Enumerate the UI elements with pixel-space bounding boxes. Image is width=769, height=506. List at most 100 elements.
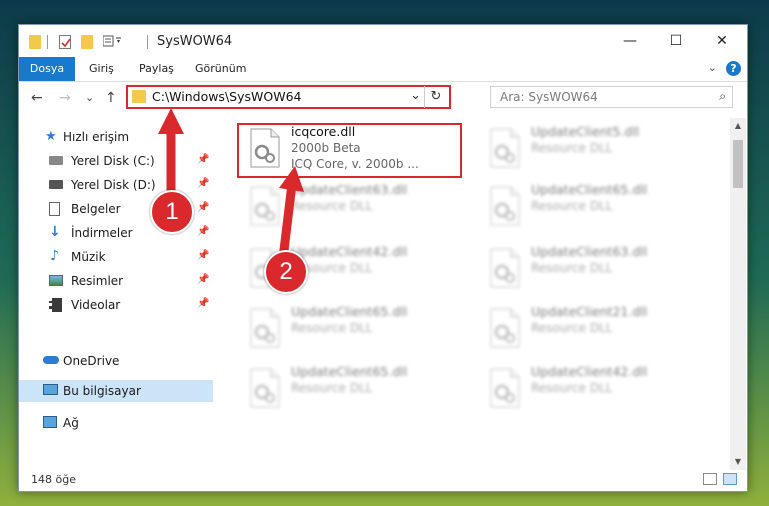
refresh-button[interactable]: ↻ [424,86,447,108]
sidebar-item-label: OneDrive [63,354,120,368]
star-icon: ★ [45,129,57,144]
pin-icon[interactable]: 📌 [197,154,209,165]
sidebar-item-videos[interactable]: Videolar 📌 [19,294,213,316]
music-icon: ♪ [50,248,59,264]
tab-home[interactable]: Giriş [89,57,114,81]
maximize-button[interactable]: ☐ [653,25,699,57]
chevron-down-icon[interactable]: ⌄ [410,88,421,103]
file-type: Resource DLL [291,321,373,335]
item-count: 148 öğe [31,473,76,486]
file-type: Resource DLL [291,199,373,213]
search-input[interactable]: Ara: SysWOW64 ⌕ [490,86,733,108]
file-item[interactable]: UpdateClient65.dll Resource DLL [479,180,699,236]
up-button[interactable]: ↑ [105,90,117,106]
scrollbar-thumb[interactable] [733,140,743,188]
new-folder-icon[interactable] [81,35,93,49]
file-item[interactable]: UpdateClient5.dll Resource DLL [479,122,699,178]
file-type: Resource DLL [291,381,373,395]
file-name: UpdateClient5.dll [531,124,640,139]
sidebar-item-music[interactable]: ♪ Müzik 📌 [19,246,213,268]
sidebar-item-label: Belgeler [71,202,121,216]
drive-icon [49,180,63,189]
tab-share[interactable]: Paylaş [139,57,174,81]
file-type: Resource DLL [531,261,613,275]
sidebar-item-onedrive[interactable]: OneDrive [19,350,213,372]
sidebar-item-local-disk-c[interactable]: Yerel Disk (C:) 📌 [19,150,213,172]
large-icons-view-icon[interactable] [723,473,737,485]
file-type: Resource DLL [531,381,613,395]
pin-icon[interactable]: 📌 [197,202,209,213]
sidebar-item-network[interactable]: Ağ [19,412,213,434]
step-2-badge: 2 [264,250,308,294]
back-button[interactable]: ← [31,90,43,106]
dll-file-icon [489,128,521,168]
file-name: UpdateClient65.dll [531,182,648,197]
file-name: UpdateClient65.dll [291,364,408,379]
ribbon-collapse-icon[interactable]: ⌄ [708,61,717,74]
tab-view[interactable]: Görünüm [195,57,246,81]
downloads-icon: ↓ [49,224,61,240]
file-item[interactable]: UpdateClient65.dll Resource DLL [239,362,459,418]
address-bar[interactable]: C:\Windows\SysWOW64 ⌄ ↻ [126,85,451,109]
pin-icon[interactable]: 📌 [197,298,209,309]
pin-icon[interactable]: 📌 [197,178,209,189]
divider [47,35,48,49]
customize-toolbar-icon[interactable] [102,35,121,49]
scroll-up-icon[interactable]: ▲ [730,118,746,134]
sidebar-item-label: Resimler [71,274,124,288]
pin-icon[interactable]: 📌 [197,274,209,285]
title-bar: SysWOW64 — ☐ ✕ [19,25,747,57]
file-name: UpdateClient42.dll [291,244,408,259]
file-item[interactable]: UpdateClient63.dll Resource DLL [239,180,459,236]
help-icon[interactable]: ? [726,61,741,76]
step-1-badge: 1 [150,190,194,234]
scroll-down-icon[interactable]: ▼ [730,454,746,470]
file-item[interactable]: UpdateClient42.dll Resource DLL [479,362,699,418]
vertical-scrollbar[interactable]: ▲ ▼ [730,118,746,470]
dll-file-icon [489,368,521,408]
explorer-window: SysWOW64 — ☐ ✕ Dosya Giriş Paylaş Görünü… [18,24,748,492]
window-title: SysWOW64 [157,34,233,49]
details-view-icon[interactable] [703,473,717,485]
folder-icon [132,90,146,103]
dll-file-icon [249,308,281,348]
dll-file-icon [249,368,281,408]
file-item[interactable]: UpdateClient63.dll Resource DLL [479,242,699,298]
file-name: UpdateClient63.dll [291,182,408,197]
file-item[interactable]: UpdateClient21.dll Resource DLL [479,302,699,358]
address-path[interactable]: C:\Windows\SysWOW64 [152,89,301,104]
search-placeholder: Ara: SysWOW64 [500,90,598,104]
cloud-icon [43,356,59,364]
file-type: Resource DLL [531,321,613,335]
sidebar-item-quick-access[interactable]: ★ Hızlı erişim [19,126,213,148]
navigation-pane: ★ Hızlı erişim Yerel Disk (C:) 📌 Yerel D… [19,118,213,470]
sidebar-item-label: Müzik [71,250,106,264]
file-type: Resource DLL [531,141,613,155]
file-name: UpdateClient42.dll [531,364,648,379]
ribbon: Dosya Giriş Paylaş Görünüm ⌄ ? [19,57,747,82]
sidebar-item-label: Yerel Disk (D:) [71,178,156,192]
search-icon[interactable]: ⌕ [719,89,726,104]
sidebar-item-pictures[interactable]: Resimler 📌 [19,270,213,292]
computer-icon [43,384,58,395]
dll-file-icon [489,186,521,226]
sidebar-item-this-pc[interactable]: Bu bilgisayar [19,380,213,402]
properties-icon[interactable] [59,35,71,49]
documents-icon [49,202,60,216]
file-item[interactable]: UpdateClient65.dll Resource DLL [239,302,459,358]
pin-icon[interactable]: 📌 [197,250,209,261]
highlight-box [237,123,462,178]
forward-button[interactable]: → [59,90,71,106]
close-button[interactable]: ✕ [699,25,745,57]
sidebar-item-label: Hızlı erişim [63,130,130,144]
sidebar-item-label: Videolar [71,298,121,312]
sidebar-item-label: İndirmeler [71,226,133,240]
navigation-bar: ← → ⌄ ↑ C:\Windows\SysWOW64 ⌄ ↻ Ara: Sys… [19,82,747,116]
file-name: UpdateClient65.dll [291,304,408,319]
pin-icon[interactable]: 📌 [197,226,209,237]
recent-locations-button[interactable]: ⌄ [85,91,94,104]
pictures-icon [49,275,63,286]
dll-file-icon [489,308,521,348]
tab-file[interactable]: Dosya [19,57,75,81]
minimize-button[interactable]: — [607,25,653,57]
